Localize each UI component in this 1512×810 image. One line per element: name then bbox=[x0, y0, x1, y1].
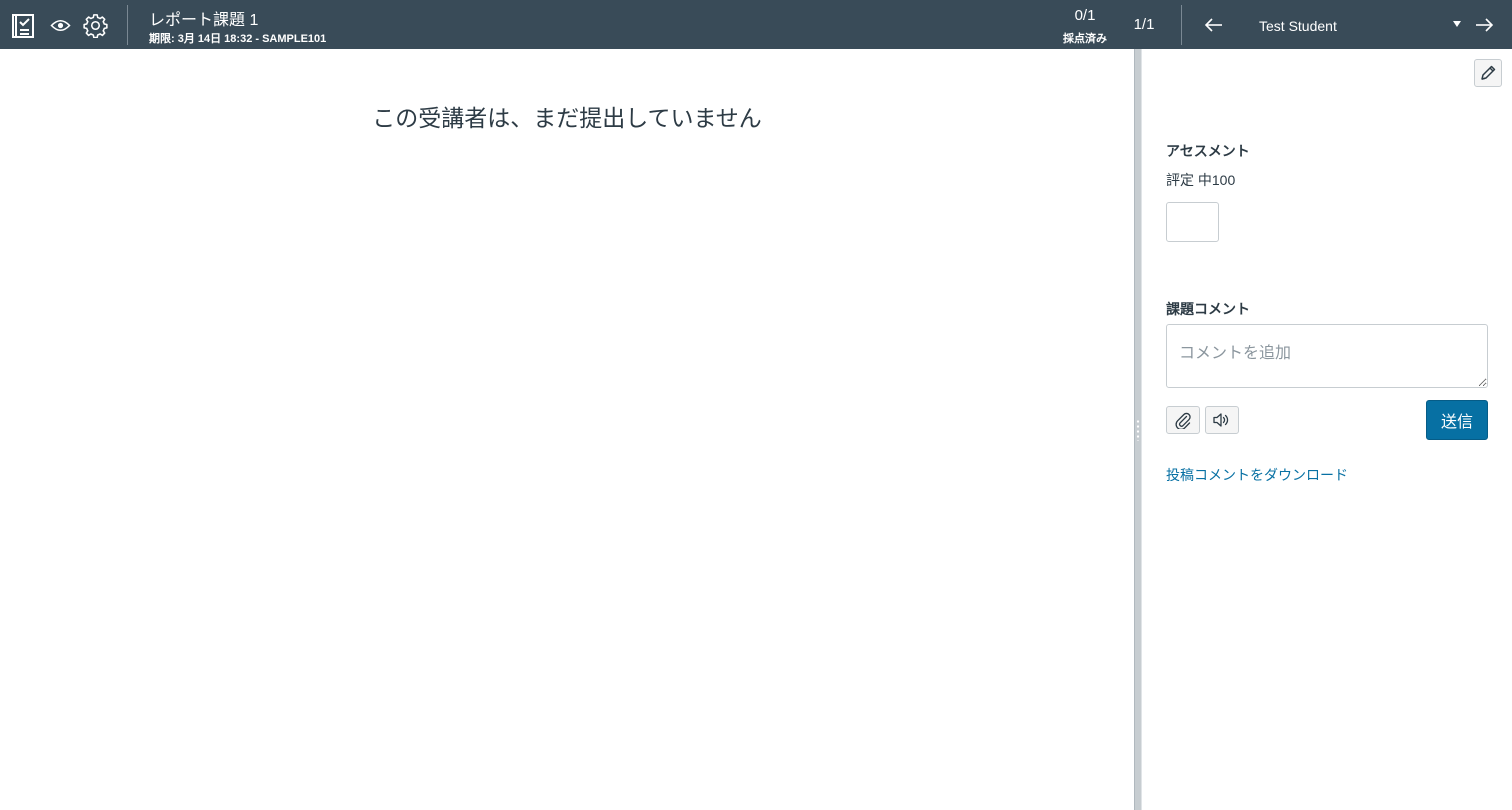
pencil-icon bbox=[1481, 65, 1496, 80]
caret-down-icon bbox=[1453, 21, 1461, 27]
gradebook-icon[interactable] bbox=[10, 12, 37, 39]
graded-count: 0/1 bbox=[1074, 7, 1096, 24]
panel-resize-handle[interactable] bbox=[1134, 49, 1142, 810]
comments-heading: 課題コメント bbox=[1166, 301, 1250, 317]
gear-icon[interactable] bbox=[83, 13, 108, 38]
download-comments-link[interactable]: 投稿コメントをダウンロード bbox=[1166, 465, 1348, 485]
arrow-right-icon[interactable] bbox=[1473, 15, 1495, 35]
student-name: Test Student bbox=[1259, 18, 1337, 34]
assignment-title[interactable]: レポート課題 1 bbox=[149, 6, 258, 30]
header-divider bbox=[1181, 5, 1182, 45]
assignment-due-info: 期限: 3月 14日 18:32 - SAMPLE101 bbox=[149, 33, 327, 45]
arrow-left-icon[interactable] bbox=[1203, 15, 1225, 35]
graded-label: 採点済み bbox=[1063, 33, 1107, 45]
header-divider bbox=[127, 5, 128, 45]
student-select[interactable]: Test Student bbox=[1245, 12, 1467, 40]
attach-file-button[interactable] bbox=[1166, 406, 1200, 434]
submit-comment-button[interactable]: 送信 bbox=[1426, 400, 1488, 440]
submission-preview: この受講者は、まだ提出していません bbox=[0, 49, 1134, 810]
media-comment-button[interactable] bbox=[1205, 406, 1239, 434]
paperclip-icon bbox=[1175, 412, 1191, 429]
grade-label: 評定 中100 bbox=[1166, 172, 1236, 188]
edit-button[interactable] bbox=[1474, 59, 1502, 87]
student-position: 1/1 bbox=[1133, 16, 1155, 33]
speedgrader-header: レポート課題 1 期限: 3月 14日 18:32 - SAMPLE101 0/… bbox=[0, 0, 1512, 49]
grade-input[interactable] bbox=[1166, 202, 1219, 242]
grading-sidebar: アセスメント 評定 中100 課題コメント 送信 投稿コメントをダウンロード bbox=[1142, 49, 1512, 810]
media-icon bbox=[1213, 413, 1229, 427]
not-submitted-message: この受講者は、まだ提出していません bbox=[372, 105, 762, 131]
eye-icon[interactable] bbox=[50, 17, 71, 34]
comment-input[interactable] bbox=[1166, 324, 1488, 388]
assessment-heading: アセスメント bbox=[1166, 143, 1250, 159]
resize-grip-icon bbox=[1136, 419, 1140, 441]
